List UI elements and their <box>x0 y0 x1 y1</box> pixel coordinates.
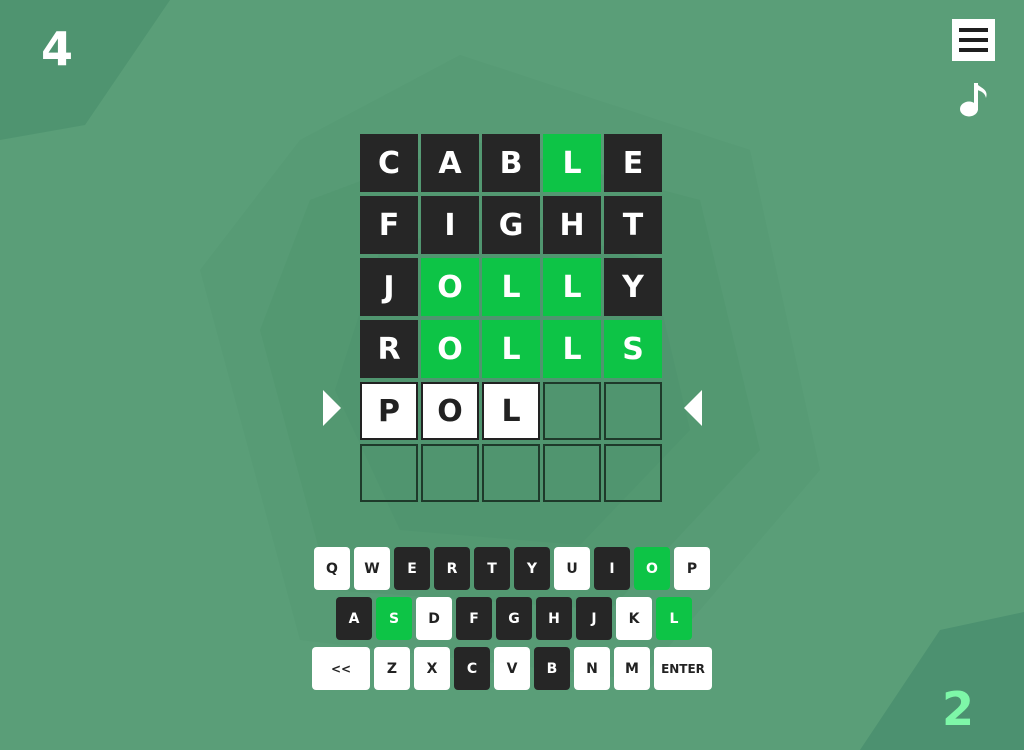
keyboard-row-2: ASDFGHJKL <box>0 597 1024 640</box>
tile-3-2: O <box>421 258 479 316</box>
tile-2-1: F <box>360 196 418 254</box>
tile-4-5: S <box>604 320 662 378</box>
tile-2-5: T <box>604 196 662 254</box>
tile-1-3: B <box>482 134 540 192</box>
keyboard-row-1: QWERTYUIOP <box>0 547 1024 590</box>
key-v[interactable]: V <box>494 647 530 690</box>
key-n[interactable]: N <box>574 647 610 690</box>
tile-2-2: I <box>421 196 479 254</box>
tile-5-2: O <box>421 382 479 440</box>
tile-4-1: R <box>360 320 418 378</box>
on-screen-keyboard: Q W E R T Y U I O P A S D F G H J K L << Z X C V B N M ENTER <box>0 547 1024 697</box>
key-y[interactable]: Y <box>514 547 550 590</box>
guess-row-2: FIGHT <box>360 196 662 254</box>
key-j[interactable]: J <box>576 597 612 640</box>
key-z[interactable]: Z <box>374 647 410 690</box>
tile-6-5 <box>604 444 662 502</box>
hamburger-menu-icon[interactable] <box>952 19 995 61</box>
key-w[interactable]: W <box>354 547 390 590</box>
keyboard-row-3: << Z X C V B N M ENTER <box>0 647 1024 690</box>
level-counter: 4 <box>41 22 74 76</box>
guess-row-5: POL <box>360 382 662 440</box>
enter-key[interactable]: ENTER <box>654 647 712 690</box>
tile-4-2: O <box>421 320 479 378</box>
key-o[interactable]: O <box>634 547 670 590</box>
key-r[interactable]: R <box>434 547 470 590</box>
guess-board: CABLEFIGHTJOLLYROLLSPOL <box>360 134 662 506</box>
tile-3-4: L <box>543 258 601 316</box>
tile-6-3 <box>482 444 540 502</box>
key-e[interactable]: E <box>394 547 430 590</box>
tile-3-3: L <box>482 258 540 316</box>
key-f[interactable]: F <box>456 597 492 640</box>
key-q[interactable]: Q <box>314 547 350 590</box>
tile-1-2: A <box>421 134 479 192</box>
tile-5-1: P <box>360 382 418 440</box>
backspace-key[interactable]: << <box>312 647 370 690</box>
tile-1-1: C <box>360 134 418 192</box>
key-s[interactable]: S <box>376 597 412 640</box>
key-m[interactable]: M <box>614 647 650 690</box>
guess-row-4: ROLLS <box>360 320 662 378</box>
key-g[interactable]: G <box>496 597 532 640</box>
key-d[interactable]: D <box>416 597 452 640</box>
key-u[interactable]: U <box>554 547 590 590</box>
tile-1-4: L <box>543 134 601 192</box>
tile-2-3: G <box>482 196 540 254</box>
key-p[interactable]: P <box>674 547 710 590</box>
key-k[interactable]: K <box>616 597 652 640</box>
tile-1-5: E <box>604 134 662 192</box>
key-x[interactable]: X <box>414 647 450 690</box>
tile-5-4 <box>543 382 601 440</box>
key-h[interactable]: H <box>536 597 572 640</box>
tile-3-5: Y <box>604 258 662 316</box>
tile-4-4: L <box>543 320 601 378</box>
guess-row-1: CABLE <box>360 134 662 192</box>
key-c[interactable]: C <box>454 647 490 690</box>
tile-5-5 <box>604 382 662 440</box>
tile-4-3: L <box>482 320 540 378</box>
tile-3-1: J <box>360 258 418 316</box>
tile-6-2 <box>421 444 479 502</box>
tile-6-1 <box>360 444 418 502</box>
key-a[interactable]: A <box>336 597 372 640</box>
key-l[interactable]: L <box>656 597 692 640</box>
active-row-left-arrow-icon <box>323 390 341 426</box>
key-b[interactable]: B <box>534 647 570 690</box>
key-t[interactable]: T <box>474 547 510 590</box>
tile-2-4: H <box>543 196 601 254</box>
active-row-right-arrow-icon <box>684 390 702 426</box>
guess-row-3: JOLLY <box>360 258 662 316</box>
key-i[interactable]: I <box>594 547 630 590</box>
music-note-icon[interactable] <box>958 80 990 118</box>
tile-6-4 <box>543 444 601 502</box>
guess-row-6 <box>360 444 662 502</box>
tile-5-3: L <box>482 382 540 440</box>
